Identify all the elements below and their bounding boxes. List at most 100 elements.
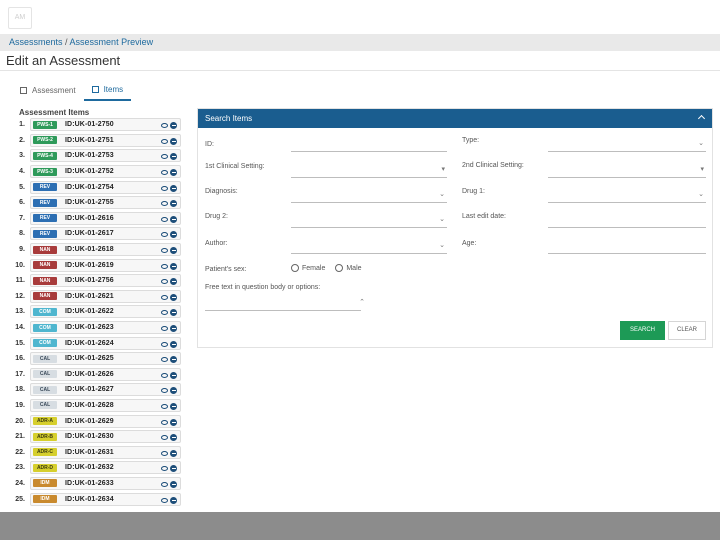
eye-icon[interactable] — [161, 372, 168, 378]
remove-icon[interactable] — [170, 215, 177, 223]
remove-icon[interactable] — [170, 231, 177, 239]
list-item[interactable]: 3. PWS-4 ID:UK-01-2753 — [8, 148, 182, 164]
eye-icon[interactable] — [161, 435, 168, 441]
remove-icon[interactable] — [170, 340, 177, 348]
sex-female-option[interactable]: Female — [291, 264, 325, 272]
remove-icon[interactable] — [170, 325, 177, 333]
list-item[interactable]: 9. NAN ID:UK-01-2618 — [8, 242, 182, 258]
remove-icon[interactable] — [170, 356, 177, 364]
remove-icon[interactable] — [170, 200, 177, 208]
free-text-input[interactable]: ⌃ — [205, 293, 365, 311]
id-input[interactable] — [291, 134, 447, 152]
age-input[interactable] — [548, 236, 706, 254]
list-item[interactable]: 19. CAL ID:UK-01-2628 — [8, 398, 182, 414]
item-card[interactable]: ADR-B ID:UK-01-2630 — [30, 430, 181, 444]
item-card[interactable]: IDM ID:UK-01-2634 — [30, 492, 181, 506]
eye-icon[interactable] — [161, 466, 168, 472]
remove-icon[interactable] — [170, 278, 177, 286]
item-card[interactable]: REV ID:UK-01-2616 — [30, 211, 181, 225]
item-card[interactable]: COM ID:UK-01-2624 — [30, 336, 181, 350]
list-item[interactable]: 4. PWS-3 ID:UK-01-2752 — [8, 164, 182, 180]
list-item[interactable]: 23. ADR-D ID:UK-01-2632 — [8, 460, 182, 476]
list-item[interactable]: 15. COM ID:UK-01-2624 — [8, 335, 182, 351]
item-card[interactable]: PWS-1 ID:UK-01-2750 — [30, 118, 181, 132]
list-item[interactable]: 17. CAL ID:UK-01-2626 — [8, 367, 182, 383]
eye-icon[interactable] — [161, 201, 168, 207]
eye-icon[interactable] — [161, 279, 168, 285]
eye-icon[interactable] — [161, 450, 168, 456]
eye-icon[interactable] — [161, 216, 168, 222]
remove-icon[interactable] — [170, 122, 177, 130]
author-select[interactable]: ⌄ — [291, 236, 447, 254]
breadcrumb-assessments-link[interactable]: Assessments — [9, 37, 63, 47]
eye-icon[interactable] — [161, 403, 168, 409]
item-card[interactable]: NAN ID:UK-01-2619 — [30, 258, 181, 272]
item-card[interactable]: ADR-D ID:UK-01-2632 — [30, 461, 181, 475]
list-item[interactable]: 22. ADR-C ID:UK-01-2631 — [8, 444, 182, 460]
eye-icon[interactable] — [161, 341, 168, 347]
radio-female[interactable] — [291, 264, 299, 272]
sex-male-option[interactable]: Male — [335, 264, 362, 272]
item-card[interactable]: NAN ID:UK-01-2618 — [30, 243, 181, 257]
list-item[interactable]: 16. CAL ID:UK-01-2625 — [8, 351, 182, 367]
list-item[interactable]: 13. COM ID:UK-01-2622 — [8, 304, 182, 320]
item-card[interactable]: NAN ID:UK-01-2621 — [30, 289, 181, 303]
remove-icon[interactable] — [170, 371, 177, 379]
remove-icon[interactable] — [170, 449, 177, 457]
item-card[interactable]: REV ID:UK-01-2754 — [30, 180, 181, 194]
item-card[interactable]: COM ID:UK-01-2622 — [30, 305, 181, 319]
clinical-setting-2-select[interactable]: ▾ — [548, 160, 706, 178]
item-card[interactable]: PWS-3 ID:UK-01-2752 — [30, 165, 181, 179]
diagnosis-select[interactable]: ⌄ — [291, 185, 447, 203]
list-item[interactable]: 8. REV ID:UK-01-2617 — [8, 226, 182, 242]
remove-icon[interactable] — [170, 184, 177, 192]
eye-icon[interactable] — [161, 170, 168, 176]
type-select[interactable]: ⌄ — [548, 134, 706, 152]
eye-icon[interactable] — [161, 154, 168, 160]
item-card[interactable]: CAL ID:UK-01-2628 — [30, 398, 181, 412]
eye-icon[interactable] — [161, 357, 168, 363]
item-card[interactable]: PWS-2 ID:UK-01-2751 — [30, 133, 181, 147]
item-card[interactable]: CAL ID:UK-01-2627 — [30, 383, 181, 397]
remove-icon[interactable] — [170, 153, 177, 161]
list-item[interactable]: 2. PWS-2 ID:UK-01-2751 — [8, 133, 182, 149]
last-edit-date-input[interactable] — [548, 210, 706, 228]
remove-icon[interactable] — [170, 169, 177, 177]
list-item[interactable]: 11. NAN ID:UK-01-2756 — [8, 273, 182, 289]
eye-icon[interactable] — [161, 185, 168, 191]
list-item[interactable]: 25. IDM ID:UK-01-2634 — [8, 491, 182, 507]
remove-icon[interactable] — [170, 262, 177, 270]
list-item[interactable]: 18. CAL ID:UK-01-2627 — [8, 382, 182, 398]
list-item[interactable]: 6. REV ID:UK-01-2755 — [8, 195, 182, 211]
clinical-setting-1-select[interactable]: ▾ — [291, 160, 447, 178]
eye-icon[interactable] — [161, 419, 168, 425]
drug-2-select[interactable]: ⌄ — [291, 210, 447, 228]
chevron-up-icon[interactable] — [697, 114, 706, 123]
remove-icon[interactable] — [170, 418, 177, 426]
tab-assessment[interactable]: Assessment — [12, 80, 84, 101]
item-card[interactable]: CAL ID:UK-01-2625 — [30, 352, 181, 366]
list-item[interactable]: 20. ADR-A ID:UK-01-2629 — [8, 413, 182, 429]
eye-icon[interactable] — [161, 294, 168, 300]
item-card[interactable]: PWS-4 ID:UK-01-2753 — [30, 149, 181, 163]
eye-icon[interactable] — [161, 388, 168, 394]
remove-icon[interactable] — [170, 293, 177, 301]
remove-icon[interactable] — [170, 434, 177, 442]
eye-icon[interactable] — [161, 326, 168, 332]
list-item[interactable]: 5. REV ID:UK-01-2754 — [8, 179, 182, 195]
list-item[interactable]: 12. NAN ID:UK-01-2621 — [8, 289, 182, 305]
item-card[interactable]: IDM ID:UK-01-2633 — [30, 476, 181, 490]
remove-icon[interactable] — [170, 387, 177, 395]
item-card[interactable]: COM ID:UK-01-2623 — [30, 321, 181, 335]
remove-icon[interactable] — [170, 496, 177, 504]
eye-icon[interactable] — [161, 232, 168, 238]
remove-icon[interactable] — [170, 480, 177, 488]
remove-icon[interactable] — [170, 137, 177, 145]
tab-items[interactable]: Items — [83, 80, 132, 101]
list-item[interactable]: 24. IDM ID:UK-01-2633 — [8, 476, 182, 492]
list-item[interactable]: 14. COM ID:UK-01-2623 — [8, 320, 182, 336]
item-card[interactable]: NAN ID:UK-01-2756 — [30, 274, 181, 288]
list-item[interactable]: 10. NAN ID:UK-01-2619 — [8, 257, 182, 273]
eye-icon[interactable] — [161, 497, 168, 503]
list-item[interactable]: 7. REV ID:UK-01-2616 — [8, 211, 182, 227]
